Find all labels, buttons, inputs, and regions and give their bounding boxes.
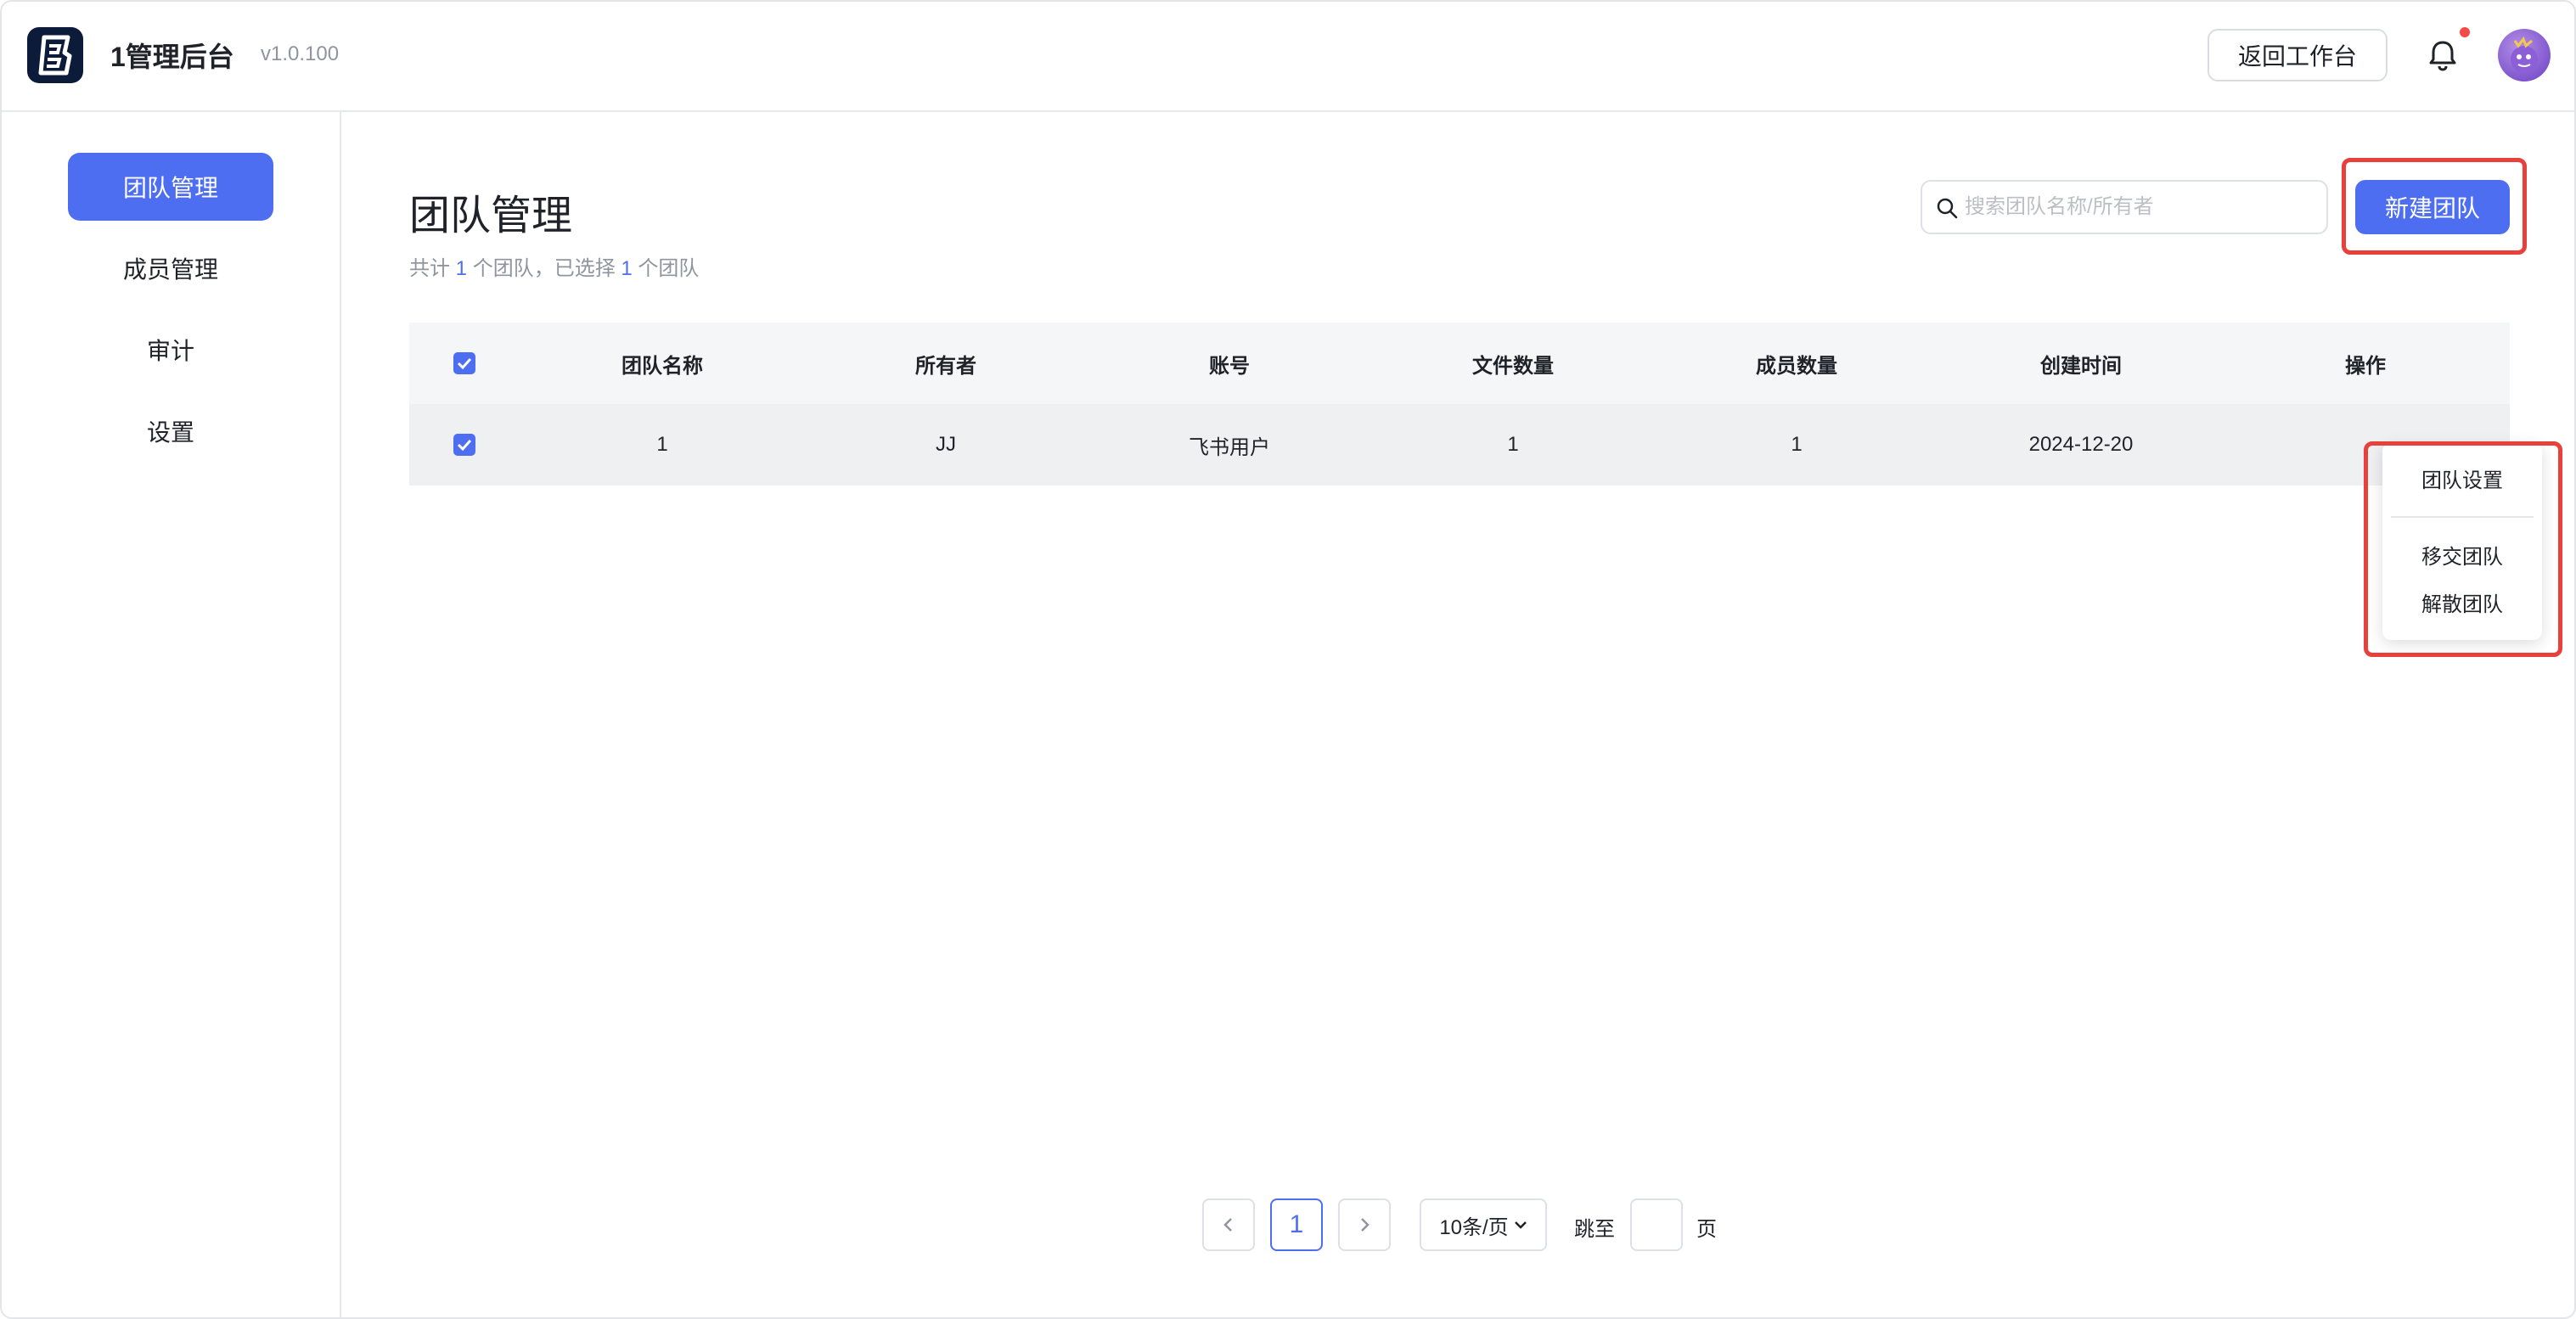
page-title: 团队管理: [409, 194, 573, 239]
table-header-row: 团队名称 所有者 账号 文件数量 成员数量 创建时间 操作: [409, 323, 2510, 404]
search-input[interactable]: [1965, 182, 2321, 233]
jump-to-label: 跳至: [1574, 1218, 1615, 1241]
header-checkbox-cell[interactable]: [409, 323, 520, 404]
column-header-account: 账号: [1209, 354, 1250, 378]
page-size-label: 10条/页: [1439, 1215, 1509, 1239]
avatar[interactable]: [2498, 29, 2551, 81]
top-header: 1管理后台 v1.0.100 返回工作台: [2, 2, 2574, 112]
back-to-workspace-button[interactable]: 返回工作台: [2208, 29, 2388, 81]
column-header-team-name: 团队名称: [622, 354, 703, 378]
actions-dropdown-menu: 团队设置 移交团队 解散团队: [2382, 443, 2542, 640]
column-header-created-time: 创建时间: [2040, 354, 2122, 378]
app-title: 1管理后台: [110, 42, 234, 72]
chevron-left-icon: [1223, 1218, 1232, 1232]
cell-account: 飞书用户: [1189, 435, 1270, 459]
notification-dot: [2460, 27, 2470, 37]
summary-prefix: 共计: [409, 257, 456, 280]
cell-file-count: 1: [1507, 433, 1519, 456]
cell-owner: JJ: [936, 433, 956, 456]
bell-icon[interactable]: [2423, 36, 2462, 75]
summary-suffix: 个团队: [632, 257, 700, 280]
new-team-button[interactable]: 新建团队: [2355, 180, 2510, 234]
logo-b-icon[interactable]: [27, 27, 83, 83]
menu-item-transfer-team[interactable]: 移交团队: [2382, 533, 2542, 575]
column-header-actions: 操作: [2345, 354, 2386, 378]
search-box[interactable]: [1921, 180, 2328, 234]
jump-page-input[interactable]: [1630, 1198, 1683, 1251]
column-header-file-count: 文件数量: [1472, 354, 1554, 378]
column-header-member-count: 成员数量: [1756, 354, 1837, 378]
menu-divider: [2391, 516, 2534, 518]
summary-selected: 1: [621, 257, 633, 280]
team-count-summary: 共计 1 个团队，已选择 1 个团队: [409, 251, 699, 281]
chevron-down-icon: [1514, 1221, 1527, 1229]
summary-middle: 个团队，已选择: [467, 257, 622, 280]
page-1-button[interactable]: 1: [1270, 1198, 1323, 1251]
menu-item-team-settings[interactable]: 团队设置: [2382, 457, 2542, 499]
row-checkbox[interactable]: [453, 434, 475, 456]
row-checkbox-cell[interactable]: [409, 404, 520, 486]
sidebar-item-team-management[interactable]: 团队管理: [68, 153, 273, 221]
menu-item-dissolve-team[interactable]: 解散团队: [2382, 581, 2542, 623]
cell-team-name: 1: [656, 433, 668, 456]
app-version: v1.0.100: [261, 42, 340, 65]
summary-total: 1: [455, 257, 468, 280]
app-window: 1管理后台 v1.0.100 返回工作台 团队管理 成员管理 审计 设置 团队管…: [0, 0, 2576, 1319]
team-table: 团队名称 所有者 账号 文件数量 成员数量 创建时间 操作 1 JJ 飞书用户 …: [409, 323, 2510, 486]
column-header-owner: 所有者: [915, 354, 976, 378]
cell-created-time: 2024-12-20: [2028, 433, 2134, 456]
next-page-button[interactable]: [1338, 1198, 1391, 1251]
page-unit-label: 页: [1696, 1218, 1717, 1241]
page-size-select[interactable]: 10条/页: [1420, 1198, 1547, 1251]
sidebar-item-audit[interactable]: 审计: [68, 316, 273, 384]
prev-page-button[interactable]: [1202, 1198, 1255, 1251]
chevron-right-icon: [1361, 1218, 1370, 1232]
sidebar: 团队管理 成员管理 审计 设置: [2, 112, 341, 1317]
select-all-checkbox[interactable]: [453, 352, 475, 374]
table-row[interactable]: 1 JJ 飞书用户 1 1 2024-12-20: [409, 404, 2510, 486]
search-icon: [1937, 198, 1958, 219]
sidebar-item-settings[interactable]: 设置: [68, 397, 273, 465]
cell-member-count: 1: [1791, 433, 1803, 456]
sidebar-item-member-management[interactable]: 成员管理: [68, 234, 273, 302]
